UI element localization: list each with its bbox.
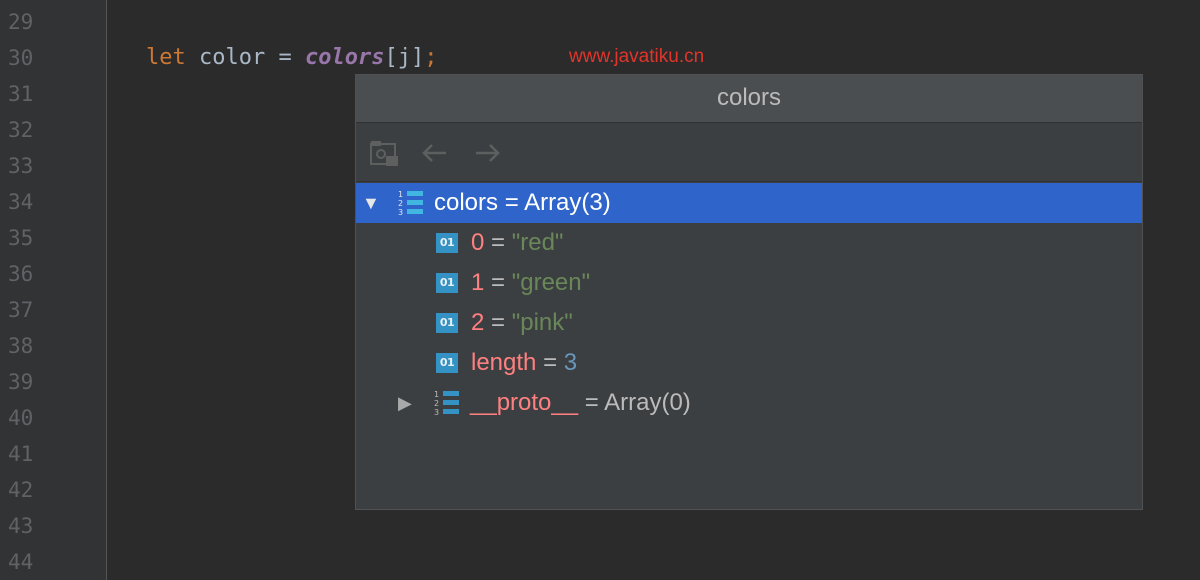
forward-arrow-icon[interactable]: [472, 137, 504, 169]
svg-text:1: 1: [398, 190, 403, 199]
array-icon: 1 2 3: [434, 389, 460, 417]
debugger-value-popup: colors ▼ 1 2 3 colors = Array(3) 01 0 = …: [355, 74, 1143, 510]
line-number: 44: [8, 550, 34, 574]
line-number: 40: [8, 406, 34, 430]
variable-value: Array(3): [524, 189, 611, 216]
array-icon: 1 2 3: [398, 189, 424, 217]
equals-sign: =: [491, 309, 506, 336]
tree-row-item[interactable]: 01 0 = "red": [356, 223, 1142, 263]
line-number: 39: [8, 370, 34, 394]
tree-row-text: 2 = "pink": [471, 303, 573, 343]
primitive-icon: 01: [436, 233, 458, 253]
watch-icon[interactable]: [368, 137, 400, 169]
svg-text:2: 2: [398, 199, 403, 208]
line-number: 37: [8, 298, 34, 322]
property-name: __proto__: [470, 389, 579, 416]
string-value: "red": [511, 229, 564, 256]
identifier-color: color: [199, 45, 266, 70]
tree-row-text: 0 = "red": [471, 223, 563, 263]
keyword-let: let: [146, 45, 186, 70]
svg-text:1: 1: [434, 390, 439, 399]
line-number: 33: [8, 154, 34, 178]
string-value: "pink": [511, 309, 573, 336]
line-number: 41: [8, 442, 34, 466]
equals-sign: =: [543, 349, 558, 376]
tree-row-text: length = 3: [471, 343, 577, 383]
tree-row-item[interactable]: 01 1 = "green": [356, 263, 1142, 303]
line-number: 30: [8, 46, 34, 70]
property-name: 1: [471, 269, 485, 296]
svg-text:3: 3: [398, 208, 403, 217]
line-number: 31: [8, 82, 34, 106]
line-number: 35: [8, 226, 34, 250]
primitive-icon: 01: [436, 313, 458, 333]
line-number: 36: [8, 262, 34, 286]
semicolon: ;: [424, 45, 438, 70]
popup-title: colors: [356, 75, 1142, 123]
line-number: 38: [8, 334, 34, 358]
tree-row-text: colors = Array(3): [434, 183, 611, 223]
equals-sign: =: [491, 269, 506, 296]
line-number: 32: [8, 118, 34, 142]
tree-row-item[interactable]: 01 2 = "pink": [356, 303, 1142, 343]
tree-row-text: 1 = "green": [471, 263, 590, 303]
equals-sign: =: [491, 229, 506, 256]
line-number: 29: [8, 10, 34, 34]
index-expression: [j]: [384, 45, 425, 70]
code-line[interactable]: let color = colors[j];: [146, 40, 437, 76]
variable-colors[interactable]: colors: [305, 45, 384, 70]
property-name: 2: [471, 309, 485, 336]
tree-row-text: __proto__ = Array(0): [470, 383, 691, 423]
collapsed-triangle-icon[interactable]: ▶: [398, 383, 412, 423]
tree-row-length[interactable]: 01 length = 3: [356, 343, 1142, 383]
line-number: 43: [8, 514, 34, 538]
line-number: 34: [8, 190, 34, 214]
tree-row-colors[interactable]: ▼ 1 2 3 colors = Array(3): [356, 183, 1142, 223]
property-name: length: [471, 349, 537, 376]
equals-sign: =: [584, 389, 599, 416]
tree-row-proto[interactable]: ▶ 1 2 3 __proto__ = Array(0): [356, 383, 1142, 423]
line-number-gutter: 29 30 31 32 33 34 35 36 37 38 39 40 41 4…: [0, 0, 107, 580]
assign-operator: =: [278, 45, 292, 70]
svg-text:3: 3: [434, 408, 439, 417]
popup-toolbar: [356, 123, 1142, 182]
line-number: 42: [8, 478, 34, 502]
watermark: www.javatiku.cn: [569, 46, 705, 67]
primitive-icon: 01: [436, 353, 458, 373]
object-value: Array(0): [604, 389, 691, 416]
svg-text:2: 2: [434, 399, 439, 408]
equals-sign: =: [504, 189, 519, 216]
back-arrow-icon[interactable]: [418, 137, 450, 169]
property-name: 0: [471, 229, 485, 256]
primitive-icon: 01: [436, 273, 458, 293]
variable-name: colors: [434, 189, 499, 216]
number-value: 3: [563, 349, 578, 376]
expanded-triangle-icon[interactable]: ▼: [362, 183, 380, 223]
string-value: "green": [511, 269, 591, 296]
